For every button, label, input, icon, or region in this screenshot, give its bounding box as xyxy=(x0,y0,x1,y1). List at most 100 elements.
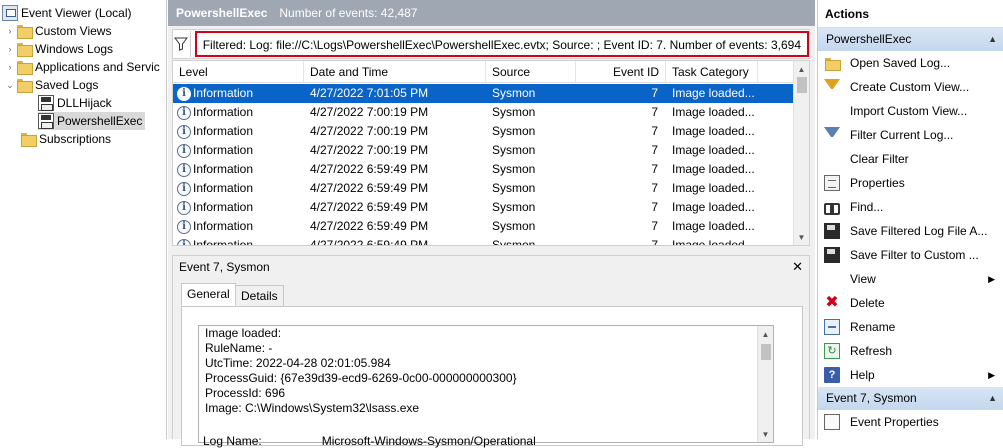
action-clear-filter[interactable]: Clear Filter xyxy=(818,147,1003,171)
table-row[interactable]: i Information 4/27/2022 7:00:19 PM Sysmon 7 I… xyxy=(173,103,793,122)
cell-source: Sysmon xyxy=(486,160,576,179)
navigation-tree: Event Viewer (Local) › Custom Views › Wi… xyxy=(0,0,167,439)
tree-item-dllhijack[interactable]: DLLHijack xyxy=(38,94,112,112)
cell-level-text: Information xyxy=(193,105,254,119)
cell-task-category-text: Image loaded... xyxy=(672,105,755,119)
column-header-level[interactable]: Level xyxy=(173,61,304,83)
action-label: Rename xyxy=(850,320,896,334)
cell-date-time-text: 4/27/2022 6:59:49 PM xyxy=(310,238,429,246)
folder-icon xyxy=(16,41,33,57)
action-delete[interactable]: ✖ Delete xyxy=(818,291,1003,315)
action-rename[interactable]: Rename xyxy=(818,315,1003,339)
action-save-filter-to-custom[interactable]: Save Filter to Custom ... xyxy=(818,243,1003,267)
tree-item-custom-views[interactable]: › Custom Views xyxy=(4,22,111,40)
collapse-arrow-icon[interactable]: ⌄ xyxy=(4,76,16,94)
expand-arrow-icon[interactable]: › xyxy=(4,58,16,76)
table-row[interactable]: i Information 4/27/2022 6:59:49 PM Sysmon 7 I… xyxy=(173,198,793,217)
cell-event-id-text: 7 xyxy=(651,143,658,157)
scroll-up-icon[interactable]: ▲ xyxy=(758,326,773,342)
event-details-title: Event 7, Sysmon xyxy=(179,259,270,274)
action-filter-current-log[interactable]: Filter Current Log... xyxy=(818,123,1003,147)
table-scrollbar[interactable]: ▲ ▼ xyxy=(793,61,809,245)
cell-task-category-text: Image loaded... xyxy=(672,86,755,100)
column-header-event-id[interactable]: Event ID xyxy=(576,61,666,83)
scroll-down-icon[interactable]: ▼ xyxy=(794,229,809,245)
collapse-caret-icon[interactable]: ▲ xyxy=(988,28,997,51)
scroll-up-icon[interactable]: ▲ xyxy=(794,61,809,77)
filter-icon[interactable] xyxy=(173,31,191,57)
cell-source-text: Sysmon xyxy=(492,143,536,157)
scroll-down-icon[interactable]: ▼ xyxy=(758,426,773,442)
cell-source: Sysmon xyxy=(486,84,576,103)
tree-item-applications-and-services[interactable]: › Applications and Servic xyxy=(4,58,160,76)
tree-item-powershellexec[interactable]: PowershellExec xyxy=(38,112,146,130)
blank-icon xyxy=(824,151,840,167)
cell-source-text: Sysmon xyxy=(492,124,536,138)
action-label: Find... xyxy=(850,200,884,214)
message-line: ProcessId: 696 xyxy=(205,386,286,400)
actions-section-event[interactable]: Event 7, Sysmon ▲ xyxy=(818,387,1003,410)
action-label: Filter Current Log... xyxy=(850,128,954,142)
close-icon[interactable]: ✕ xyxy=(792,259,803,275)
action-create-custom-view[interactable]: Create Custom View... xyxy=(818,75,1003,99)
column-header-source[interactable]: Source xyxy=(486,61,576,83)
action-label: Clear Filter xyxy=(850,152,909,166)
action-refresh[interactable]: ↻ Refresh xyxy=(818,339,1003,363)
action-label: Refresh xyxy=(850,344,893,358)
cell-task-category-text: Image loaded... xyxy=(672,238,755,246)
folder-icon xyxy=(16,77,33,93)
cell-source-text: Sysmon xyxy=(492,86,536,100)
column-header-date-time[interactable]: Date and Time xyxy=(304,61,486,83)
tree-item-subscriptions[interactable]: Subscriptions xyxy=(20,130,111,148)
expand-arrow-icon[interactable]: › xyxy=(4,22,16,40)
cell-level: i Information xyxy=(173,122,304,141)
action-help[interactable]: ? Help ▶ xyxy=(818,363,1003,387)
subscriptions-icon xyxy=(20,131,37,147)
action-open-saved-log[interactable]: Open Saved Log... xyxy=(818,51,1003,75)
table-row[interactable]: i Information 4/27/2022 7:00:19 PM Sysmon 7 I… xyxy=(173,122,793,141)
section-label: PowershellExec xyxy=(826,32,912,46)
action-find[interactable]: Find... xyxy=(818,195,1003,219)
expand-arrow-icon[interactable]: › xyxy=(4,40,16,58)
action-save-filtered-log-file-a[interactable]: Save Filtered Log File A... xyxy=(818,219,1003,243)
message-line: UtcTime: 2022-04-28 02:01:05.984 xyxy=(205,356,391,370)
scroll-thumb[interactable] xyxy=(761,344,771,360)
table-row[interactable]: i Information 4/27/2022 6:59:49 PM Sysmon 7 I… xyxy=(173,160,793,179)
column-header-task-category[interactable]: Task Category xyxy=(666,61,758,83)
cell-level-text: Information xyxy=(193,143,254,157)
information-icon: i xyxy=(177,200,191,215)
table-row[interactable]: i Information 4/27/2022 6:59:49 PM Sysmon 7 I… xyxy=(173,217,793,236)
table-body: i Information 4/27/2022 7:01:05 PM Sysmon 7 I… xyxy=(173,84,793,246)
cell-event-id: 7 xyxy=(576,84,666,103)
cell-event-id-text: 7 xyxy=(651,105,658,119)
tab-general[interactable]: General xyxy=(181,283,236,306)
action-event-properties[interactable]: Event Properties xyxy=(818,410,1003,434)
action-properties[interactable]: Properties xyxy=(818,171,1003,195)
saved-log-icon xyxy=(38,113,54,129)
cell-date-time: 4/27/2022 7:00:19 PM xyxy=(304,103,486,122)
cell-source: Sysmon xyxy=(486,122,576,141)
cell-level: i Information xyxy=(173,236,304,245)
cell-task-category: Image loaded... xyxy=(666,103,758,122)
table-row[interactable]: i Information 4/27/2022 6:59:49 PM Sysmon 7 I… xyxy=(173,179,793,198)
cell-level: i Information xyxy=(173,198,304,217)
table-row[interactable]: i Information 4/27/2022 7:01:05 PM Sysmon 7 I… xyxy=(173,84,793,103)
event-message-box[interactable]: Image loaded: RuleName: - UtcTime: 2022-04… xyxy=(198,325,774,443)
tree-item-saved-logs[interactable]: ⌄ Saved Logs xyxy=(4,76,98,94)
submenu-arrow-icon: ▶ xyxy=(988,273,995,284)
cell-source-text: Sysmon xyxy=(492,105,536,119)
collapse-caret-icon[interactable]: ▲ xyxy=(988,387,997,410)
scroll-thumb[interactable] xyxy=(797,77,807,93)
tree-item-windows-logs[interactable]: › Windows Logs xyxy=(4,40,113,58)
tab-details[interactable]: Details xyxy=(235,285,284,307)
cell-level: i Information xyxy=(173,103,304,122)
cell-date-time: 4/27/2022 6:59:49 PM xyxy=(304,179,486,198)
action-view[interactable]: View ▶ xyxy=(818,267,1003,291)
table-row[interactable]: i Information 4/27/2022 6:59:49 PM Sysmon 7 I… xyxy=(173,236,793,246)
actions-section-powershellexec[interactable]: PowershellExec ▲ xyxy=(818,28,1003,51)
message-scrollbar[interactable]: ▲ ▼ xyxy=(757,326,773,442)
cell-event-id-text: 7 xyxy=(651,219,658,233)
action-import-custom-view[interactable]: Import Custom View... xyxy=(818,99,1003,123)
table-row[interactable]: i Information 4/27/2022 7:00:19 PM Sysmon 7 I… xyxy=(173,141,793,160)
tree-item-event-viewer-local[interactable]: Event Viewer (Local) xyxy=(2,4,132,22)
